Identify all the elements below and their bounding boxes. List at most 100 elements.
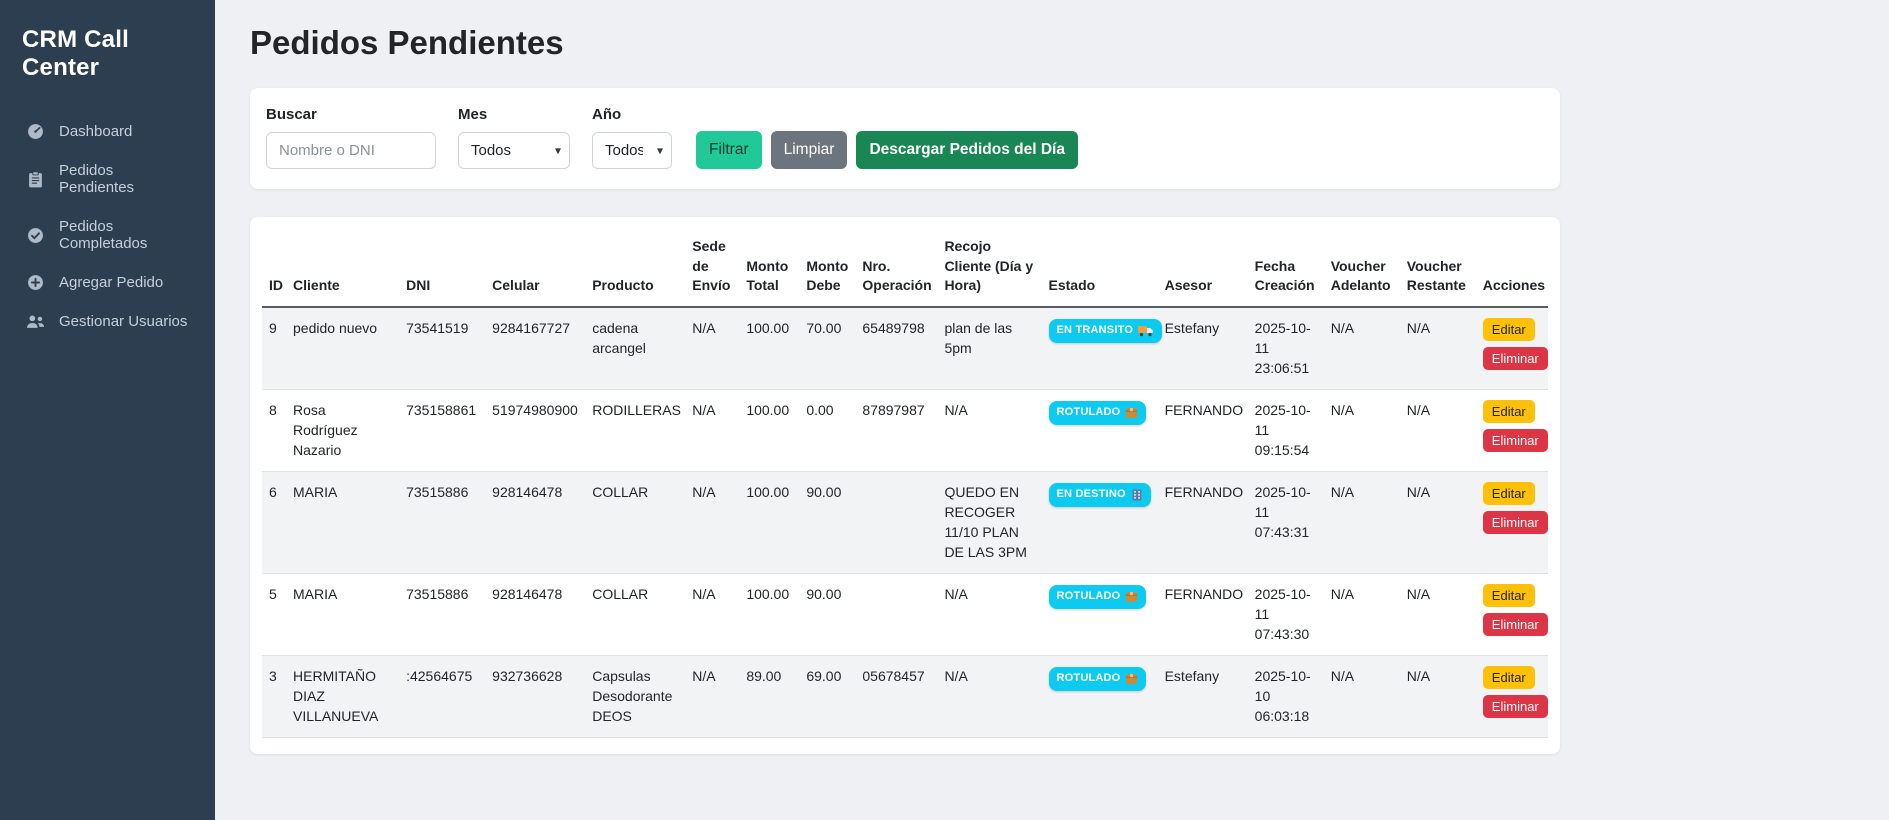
year-select[interactable]: Todos — [592, 132, 672, 169]
month-select[interactable]: Todos — [458, 132, 570, 169]
table-row: 3HERMITAÑO DIAZ VILLANUEVA:4256467593273… — [262, 655, 1548, 737]
cell-producto: Capsulas Desodorante DEOS — [585, 655, 685, 737]
column-header: Cliente — [286, 231, 399, 307]
main-content: Pedidos Pendientes Buscar Mes Todos — [215, 0, 1889, 820]
filter-panel: Buscar Mes Todos ▾ Año — [250, 88, 1560, 189]
cell-asesor: Estefany — [1158, 655, 1248, 737]
column-header: Voucher Adelanto — [1324, 231, 1400, 307]
edit-button[interactable]: Editar — [1483, 666, 1535, 689]
month-select-wrap: Todos ▾ — [458, 132, 570, 169]
sidebar-item-pedidos-pendientes[interactable]: Pedidos Pendientes — [0, 151, 215, 207]
truck-icon — [1138, 325, 1154, 337]
cell-recojo-cliente: N/A — [937, 389, 1041, 471]
column-header: Nro. Operación — [855, 231, 937, 307]
cell-fecha-creacion: 2025-10-11 23:06:51 — [1248, 307, 1324, 389]
download-orders-button[interactable]: Descargar Pedidos del Día — [856, 131, 1078, 169]
edit-button[interactable]: Editar — [1483, 584, 1535, 607]
cell-estado: ROTULADO — [1042, 389, 1158, 471]
cell-dni: 73515886 — [399, 471, 485, 573]
cell-estado: ROTULADO — [1042, 655, 1158, 737]
status-label: ROTULADO — [1057, 671, 1121, 687]
edit-button[interactable]: Editar — [1483, 318, 1535, 341]
cell-asesor: Estefany — [1158, 307, 1248, 389]
delete-button[interactable]: Eliminar — [1483, 613, 1548, 636]
sidebar-item-label: Agregar Pedido — [59, 274, 163, 291]
cell-recojo-cliente: N/A — [937, 573, 1041, 655]
package-icon — [1125, 407, 1138, 419]
cell-cliente: HERMITAÑO DIAZ VILLANUEVA — [286, 655, 399, 737]
filter-button[interactable]: Filtrar — [696, 131, 762, 169]
cell-voucher-adelanto: N/A — [1324, 307, 1400, 389]
cell-voucher-restante: N/A — [1400, 471, 1476, 573]
cell-producto: cadena arcangel — [585, 307, 685, 389]
cell-id: 3 — [262, 655, 286, 737]
cell-estado: EN TRANSITO — [1042, 307, 1158, 389]
filter-buttons: Filtrar Limpiar Descargar Pedidos del Dí… — [696, 131, 1078, 169]
delete-button[interactable]: Eliminar — [1483, 429, 1548, 452]
status-badge: ROTULADO — [1049, 401, 1147, 425]
app-title: CRM Call Center — [0, 18, 215, 112]
filter-row: Buscar Mes Todos ▾ Año — [266, 106, 1544, 169]
cell-nro-operacion: 87897987 — [855, 389, 937, 471]
year-select-wrap: Todos ▾ — [592, 132, 672, 169]
delete-button[interactable]: Eliminar — [1483, 347, 1548, 370]
cell-sede-envio: N/A — [685, 655, 739, 737]
cell-estado: ROTULADO — [1042, 573, 1158, 655]
table-row: 9pedido nuevo735415199284167727cadena ar… — [262, 307, 1548, 389]
cell-monto-debe: 90.00 — [799, 573, 855, 655]
check-circle-icon — [26, 227, 45, 244]
cell-cliente: Rosa Rodríguez Nazario — [286, 389, 399, 471]
cell-dni: 73515886 — [399, 573, 485, 655]
cell-monto-debe: 90.00 — [799, 471, 855, 573]
cell-acciones: Editar Eliminar — [1476, 573, 1548, 655]
clear-button[interactable]: Limpiar — [771, 131, 848, 169]
cell-monto-debe: 70.00 — [799, 307, 855, 389]
cell-fecha-creacion: 2025-10-11 07:43:31 — [1248, 471, 1324, 573]
status-label: ROTULADO — [1057, 589, 1121, 605]
users-icon — [26, 313, 45, 330]
year-group: Año Todos ▾ — [592, 106, 672, 169]
table-row: 6MARIA73515886928146478COLLARN/A100.0090… — [262, 471, 1548, 573]
cell-sede-envio: N/A — [685, 471, 739, 573]
cell-monto-total: 100.00 — [739, 389, 799, 471]
column-header: Voucher Restante — [1400, 231, 1476, 307]
cell-producto: COLLAR — [585, 573, 685, 655]
edit-button[interactable]: Editar — [1483, 482, 1535, 505]
delete-button[interactable]: Eliminar — [1483, 511, 1548, 534]
column-header: Recojo Cliente (Día y Hora) — [937, 231, 1041, 307]
orders-table-card: IDClienteDNICelularProductoSede de Envío… — [250, 217, 1560, 754]
cell-voucher-restante: N/A — [1400, 655, 1476, 737]
table-body: 9pedido nuevo735415199284167727cadena ar… — [262, 307, 1548, 737]
cell-monto-debe: 69.00 — [799, 655, 855, 737]
dashboard-icon — [26, 123, 45, 140]
cell-acciones: Editar Eliminar — [1476, 307, 1548, 389]
cell-recojo-cliente: N/A — [937, 655, 1041, 737]
column-header: Sede de Envío — [685, 231, 739, 307]
delete-button[interactable]: Eliminar — [1483, 695, 1548, 718]
edit-button[interactable]: Editar — [1483, 400, 1535, 423]
sidebar-menu: DashboardPedidos PendientesPedidos Compl… — [0, 112, 215, 341]
cell-cliente: MARIA — [286, 573, 399, 655]
cell-celular: 928146478 — [485, 573, 585, 655]
cell-sede-envio: N/A — [685, 573, 739, 655]
year-label: Año — [592, 106, 672, 123]
cell-dni: 73541519 — [399, 307, 485, 389]
sidebar-item-gestionar-usuarios[interactable]: Gestionar Usuarios — [0, 302, 215, 341]
package-icon — [1125, 591, 1138, 603]
sidebar-item-dashboard[interactable]: Dashboard — [0, 112, 215, 151]
cell-fecha-creacion: 2025-10-11 09:15:54 — [1248, 389, 1324, 471]
sidebar-item-pedidos-completados[interactable]: Pedidos Completados — [0, 207, 215, 263]
sidebar-item-label: Gestionar Usuarios — [59, 313, 187, 330]
plus-circle-icon — [26, 274, 45, 291]
cell-celular: 51974980900 — [485, 389, 585, 471]
search-input[interactable] — [266, 132, 436, 169]
cell-sede-envio: N/A — [685, 307, 739, 389]
status-badge: ROTULADO — [1049, 585, 1147, 609]
cell-voucher-adelanto: N/A — [1324, 655, 1400, 737]
cell-voucher-adelanto: N/A — [1324, 573, 1400, 655]
cell-asesor: FERNANDO — [1158, 389, 1248, 471]
search-label: Buscar — [266, 106, 436, 123]
sidebar-item-agregar-pedido[interactable]: Agregar Pedido — [0, 263, 215, 302]
cell-id: 8 — [262, 389, 286, 471]
cell-celular: 932736628 — [485, 655, 585, 737]
